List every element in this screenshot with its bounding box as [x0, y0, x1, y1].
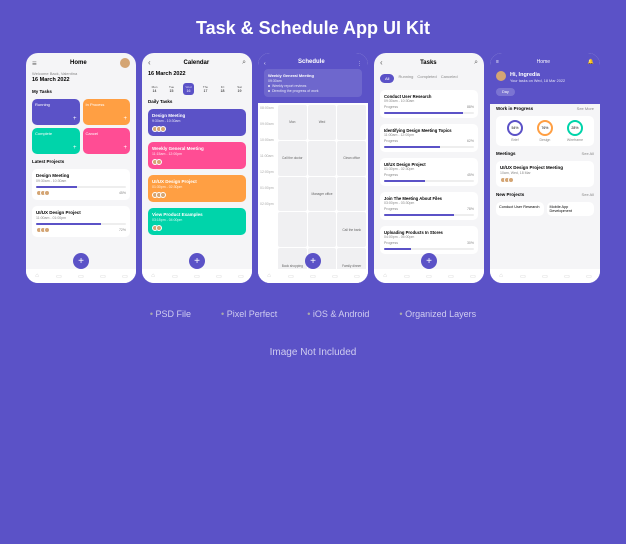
screen-title: Tasks — [420, 60, 437, 66]
menu-icon[interactable]: ≡ — [496, 59, 499, 65]
task-item[interactable]: Conduct User Research09:30am - 10:30amPr… — [380, 90, 478, 118]
plus-icon: + — [73, 145, 77, 151]
see-more-link[interactable]: See More — [577, 106, 594, 111]
tile-running[interactable]: Running+ — [32, 99, 80, 125]
task-item[interactable]: Uploading Products In Stores04:00pm - 05… — [380, 226, 478, 254]
screen-title: Schedule — [298, 59, 325, 65]
new-project-card[interactable]: Mobile App Development — [547, 202, 595, 216]
circle-brief[interactable]: 54%Brief — [507, 120, 523, 142]
project-card[interactable]: Design Meeting 09:30am - 10:30am 45% — [32, 169, 130, 200]
day[interactable]: Tue15 — [166, 83, 177, 95]
back-icon[interactable]: ‹ — [380, 58, 383, 67]
tab-running[interactable]: Running — [398, 74, 413, 83]
tab-completed[interactable]: Completed — [417, 74, 436, 83]
feature: Organized Layers — [399, 309, 476, 319]
project-card[interactable]: UI/UX Design Project 11:00am - 01:00pm 7… — [32, 206, 130, 237]
back-icon[interactable]: ‹ — [264, 61, 266, 67]
screen-title: Calendar — [184, 60, 210, 66]
bell-icon[interactable]: 🔔 — [588, 59, 594, 65]
task-item[interactable]: Join The Meeting About Files03:00pm - 03… — [380, 192, 478, 220]
fab-add[interactable]: + — [189, 253, 205, 269]
plus-icon: + — [73, 116, 77, 122]
day-button[interactable]: Day — [496, 88, 515, 96]
daily-tasks-label: Daily Tasks — [142, 97, 252, 106]
feature: PSD File — [150, 309, 191, 319]
task-card[interactable]: Weekly General Meeting11:15am - 12:00pm — [148, 142, 246, 169]
date-text: 16 March 2022 — [142, 70, 252, 81]
bottom-nav[interactable]: ⌂▭▭▭▭ — [142, 269, 252, 283]
feature: iOS & Android — [307, 309, 369, 319]
task-card[interactable]: Design Meeting9:30am - 10:30am — [148, 109, 246, 136]
schedule-card[interactable]: Weekly General Meeting 09:30am Weekly re… — [264, 69, 362, 97]
tile-inprocess[interactable]: In Process+ — [83, 99, 131, 125]
cell[interactable]: Mon — [278, 105, 307, 140]
screen-title: Home — [70, 60, 87, 66]
bottom-nav[interactable]: ⌂▭▭▭▭ — [26, 269, 136, 283]
meeting-card[interactable]: UI/UX Design Project Meeting10am, Wed, 1… — [496, 161, 594, 187]
avatar[interactable] — [120, 58, 130, 68]
plus-icon: + — [123, 116, 127, 122]
bottom-nav[interactable]: ⌂▭▭▭▭ — [258, 269, 368, 283]
tab-all[interactable]: All — [380, 74, 394, 83]
phone-home: ≡ Home Welcome Back, Valentina 16 March … — [26, 53, 136, 283]
phone-calendar: ‹ Calendar ⌕ 16 March 2022 Mon14 Tue15 W… — [142, 53, 252, 283]
back-icon[interactable]: ‹ — [148, 58, 151, 67]
search-icon[interactable]: ⌕ — [474, 59, 478, 67]
plus-icon: + — [123, 145, 127, 151]
day[interactable]: Sat19 — [234, 83, 245, 95]
phones-row: ≡ Home Welcome Back, Valentina 16 March … — [0, 53, 626, 283]
phone-tasks: ‹ Tasks ⌕ All Running Completed Canceled… — [374, 53, 484, 283]
fab-add[interactable]: + — [421, 253, 437, 269]
day[interactable]: Mon14 — [149, 83, 160, 95]
bottom-nav[interactable]: ⌂▭▭▭▭ — [490, 269, 600, 283]
schedule-grid: MonWed Call the doctorClean office Manag… — [278, 103, 368, 283]
task-item[interactable]: Identifying Design Meeting Topics11:00am… — [380, 124, 478, 152]
progress-circles: 54%Brief 76%Design 28%Wireframe — [496, 116, 594, 146]
task-card[interactable]: UI/UX Design Project01:30pm - 02:30pm — [148, 175, 246, 202]
page-title: Task & Schedule App UI Kit — [0, 0, 626, 53]
date-text: 16 March 2022 — [26, 76, 136, 87]
footer-note: Image Not Included — [0, 347, 626, 358]
fab-add[interactable]: + — [73, 253, 89, 269]
circle-design[interactable]: 76%Design — [537, 120, 553, 142]
task-item[interactable]: UI/UX Design Project01:30pm - 02:30pmPro… — [380, 158, 478, 186]
task-card[interactable]: View Product Examples03:15pm - 04:00pm — [148, 208, 246, 235]
phone-schedule: ‹ Schedule ⋮ Weekly General Meeting 09:30a… — [258, 53, 368, 283]
fab-add[interactable]: + — [305, 253, 321, 269]
tile-complete[interactable]: Complete+ — [32, 128, 80, 154]
new-project-card[interactable]: Conduct User Research — [496, 202, 544, 216]
tile-cancel[interactable]: Cancel+ — [83, 128, 131, 154]
bottom-nav[interactable]: ⌂▭▭▭▭ — [374, 269, 484, 283]
day-active[interactable]: Wed16 — [183, 83, 194, 95]
features-row: PSD File Pixel Perfect iOS & Android Org… — [0, 309, 626, 319]
feature: Pixel Perfect — [221, 309, 277, 319]
latest-projects-label: Latest Projects — [26, 157, 136, 166]
phone-home2: ≡Home🔔 Hi, IngrediaYour tasks on Wed, 18… — [490, 53, 600, 283]
menu-icon[interactable]: ≡ — [32, 59, 37, 68]
days-row: Mon14 Tue15 Wed16 Thu17 Fri18 Sat19 — [142, 81, 252, 97]
search-icon[interactable]: ⌕ — [242, 59, 246, 67]
more-icon[interactable]: ⋮ — [357, 61, 362, 67]
see-all-link[interactable]: See All — [582, 192, 594, 197]
day[interactable]: Fri18 — [217, 83, 228, 95]
time-column: 08:00am09:00am10:00am11:00am12:00pm01:00… — [258, 103, 278, 283]
my-tasks-label: My Tasks — [26, 87, 136, 96]
avatar[interactable] — [496, 71, 506, 81]
see-all-link[interactable]: See All — [582, 151, 594, 156]
tab-canceled[interactable]: Canceled — [441, 74, 458, 83]
task-tabs: All Running Completed Canceled — [374, 70, 484, 87]
day[interactable]: Thu17 — [200, 83, 211, 95]
circle-wireframe[interactable]: 28%Wireframe — [567, 120, 583, 142]
